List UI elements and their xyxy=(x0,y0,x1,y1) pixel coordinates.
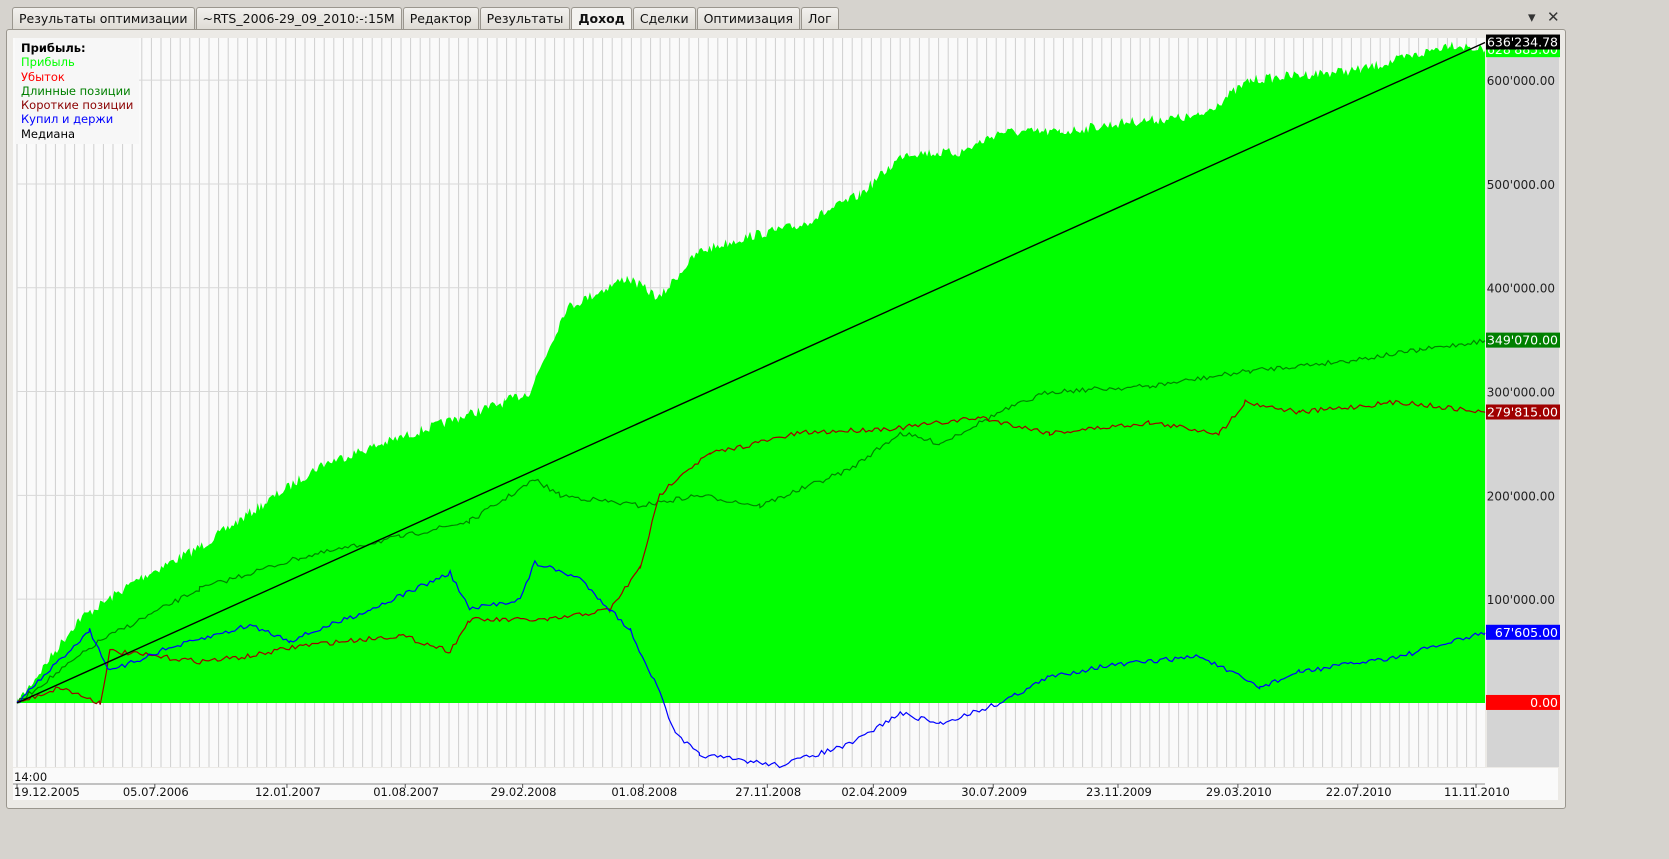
y-tick-label: 600'000.00 xyxy=(1487,74,1555,88)
value-tag-label: 0.00 xyxy=(1530,695,1558,710)
y-tick-label: 400'000.00 xyxy=(1487,282,1555,296)
value-tag-label: 67'605.00 xyxy=(1495,625,1558,640)
income-chart: 100'000.00 200'000.00 300'000.00 400'000.00… xyxy=(13,34,1560,800)
value-tag-label: 636'234.78 xyxy=(1487,35,1558,50)
value-tag-label: 349'070.00 xyxy=(1487,333,1558,348)
legend-title: Прибыль: xyxy=(21,41,86,55)
value-tag: 279'815.00 xyxy=(1486,404,1560,420)
y-tick-label: 200'000.00 xyxy=(1487,489,1555,503)
x-tick-label: 29.02.2008 xyxy=(491,785,557,799)
x-tick-label: 23.11.2009 xyxy=(1086,785,1152,799)
value-tag: 0.00 xyxy=(1486,694,1560,710)
x-tick-label: 30.07.2009 xyxy=(961,785,1027,799)
x-tick-label: 11.11.2010 xyxy=(1444,785,1510,799)
y-tick-label: 500'000.00 xyxy=(1487,178,1555,192)
x-tick-label: 12.01.2007 xyxy=(255,785,321,799)
legend-item: Длинные позиции xyxy=(21,83,131,98)
x-tick-label: 22.07.2010 xyxy=(1326,785,1392,799)
x-tick-label: 02.04.2009 xyxy=(841,785,907,799)
y-tick-label: 300'000.00 xyxy=(1487,386,1555,400)
y-tick-label: 100'000.00 xyxy=(1487,593,1555,607)
value-tag: 636'234.78 xyxy=(1486,34,1560,50)
value-tag: 67'605.00 xyxy=(1486,624,1560,640)
value-tag-label: 279'815.00 xyxy=(1487,405,1558,420)
legend-item: Медиана xyxy=(21,126,76,141)
x-tick-label: 05.07.2006 xyxy=(123,785,189,799)
legend-item: Убыток xyxy=(21,69,65,84)
legend-item: Купил и держи xyxy=(21,112,114,127)
legend-item: Прибыль xyxy=(21,55,75,70)
y-axis-panel xyxy=(1487,38,1559,767)
x-tick-label: 01.08.2007 xyxy=(373,785,439,799)
x-tick-label: 29.03.2010 xyxy=(1206,785,1272,799)
x-tick-label: 19.12.2005 xyxy=(14,785,80,799)
x-tick-label: 27.11.2008 xyxy=(735,785,801,799)
value-tag: 349'070.00 xyxy=(1486,332,1560,348)
time-label: 14:00 xyxy=(14,770,47,784)
chart-legend: Прибыль: Прибыль Убыток Длинные позиции Кор… xyxy=(15,38,140,145)
legend-item: Короткие позиции xyxy=(21,98,134,113)
x-tick-label: 01.08.2008 xyxy=(611,785,677,799)
